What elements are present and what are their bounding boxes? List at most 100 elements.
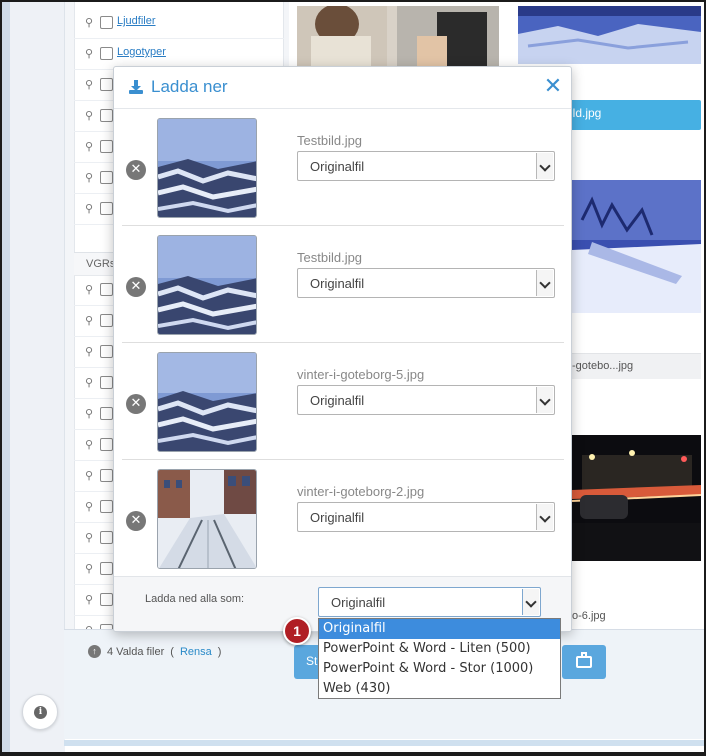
briefcase-icon — [576, 656, 592, 668]
gallery-tile-filename: ild.jpg — [570, 106, 602, 120]
left-gutter — [10, 2, 65, 752]
gallery-tile-caption: o-6.jpg — [572, 610, 606, 622]
download-icon — [128, 79, 144, 95]
selected-count: 4 Valda filer — [107, 645, 165, 658]
tree-checkbox[interactable] — [100, 283, 113, 296]
location-pin-icon: ⚲ — [85, 171, 94, 184]
gallery-thumbnail-snow-boat[interactable] — [572, 180, 701, 313]
location-pin-icon: ⚲ — [85, 314, 94, 327]
clear-paren-open: ( — [170, 645, 174, 658]
dropdown-option[interactable]: Web (430) — [319, 679, 560, 699]
file-thumbnail — [157, 469, 257, 569]
gallery-tile-label[interactable]: ild.jpg — [564, 100, 701, 130]
tree-checkbox[interactable] — [100, 140, 113, 153]
remove-icon[interactable]: ✕ — [126, 511, 146, 531]
chevron-down-icon[interactable] — [536, 504, 553, 530]
location-pin-icon: ⚲ — [85, 500, 94, 513]
tree-checkbox[interactable] — [100, 78, 113, 91]
chevron-down-icon[interactable] — [536, 270, 553, 296]
download-all-label: Ladda ned alla som: — [145, 593, 245, 605]
tree-checkbox[interactable] — [100, 562, 113, 575]
format-select[interactable]: Originalfil — [297, 502, 555, 532]
download-all-format-select[interactable]: Originalfil — [318, 587, 541, 617]
download-dialog: Ladda ner ✕ ✕ Testbild.jpg Originalfil ✕ — [113, 66, 572, 632]
tree-checkbox[interactable] — [100, 376, 113, 389]
tree-checkbox[interactable] — [100, 407, 113, 420]
tree-checkbox[interactable] — [100, 531, 113, 544]
file-thumbnail — [157, 235, 257, 335]
briefcase-button[interactable] — [562, 645, 606, 679]
tree-checkbox[interactable] — [100, 469, 113, 482]
format-dropdown-list: Originalfil PowerPoint & Word - Liten (5… — [318, 618, 561, 699]
gallery-thumbnail-night-street[interactable] — [572, 435, 701, 561]
format-select-value: Originalfil — [310, 393, 365, 408]
chevron-down-icon[interactable] — [536, 387, 553, 413]
tree-item-label[interactable]: Ljudfiler — [117, 15, 156, 27]
file-name: vinter-i-goteborg-5.jpg — [297, 367, 425, 382]
format-select-value: Originalfil — [310, 276, 365, 291]
clear-paren-close: ) — [217, 645, 222, 658]
file-row: ✕ vinter-i-goteborg-5.jpg Originalfil — [122, 343, 564, 460]
remove-icon[interactable]: ✕ — [126, 277, 146, 297]
file-row: ✕ vinter-i-goteborg-2.jpg Originalfil — [122, 460, 564, 577]
tree-group-label: VGRs — [86, 258, 116, 270]
tree-checkbox[interactable] — [100, 171, 113, 184]
step-callout-badge: 1 — [283, 617, 311, 645]
dialog-header: Ladda ner ✕ — [114, 67, 571, 109]
file-name: Testbild.jpg — [297, 250, 363, 265]
info-icon: i — [34, 706, 47, 719]
tree-row-ljudfiler[interactable]: ⚲ Ljudfiler — [74, 8, 284, 39]
location-pin-icon: ⚲ — [85, 469, 94, 482]
chevron-down-icon[interactable] — [536, 153, 553, 179]
start-button-label: St — [306, 654, 318, 668]
dialog-title: Ladda ner — [128, 77, 228, 97]
tree-checkbox[interactable] — [100, 438, 113, 451]
format-select[interactable]: Originalfil — [297, 385, 555, 415]
location-pin-icon: ⚲ — [85, 407, 94, 420]
tree-checkbox[interactable] — [100, 16, 113, 29]
location-pin-icon: ⚲ — [85, 438, 94, 451]
location-pin-icon: ⚲ — [85, 109, 94, 122]
tree-checkbox[interactable] — [100, 202, 113, 215]
dropdown-option[interactable]: PowerPoint & Word - Stor (1000) — [319, 659, 560, 679]
file-thumbnail — [157, 352, 257, 452]
dropdown-option[interactable]: Originalfil — [319, 619, 560, 639]
file-name: Testbild.jpg — [297, 133, 363, 148]
dialog-title-text: Ladda ner — [151, 77, 228, 96]
location-pin-icon: ⚲ — [85, 47, 94, 60]
format-select-value: Originalfil — [310, 510, 365, 525]
format-select[interactable]: Originalfil — [297, 151, 555, 181]
tree-checkbox[interactable] — [100, 109, 113, 122]
tree-checkbox[interactable] — [100, 47, 113, 60]
clear-selection-link[interactable]: Rensa — [180, 646, 212, 658]
tree-checkbox[interactable] — [100, 500, 113, 513]
file-row: ✕ Testbild.jpg Originalfil — [122, 226, 564, 343]
location-pin-icon: ⚲ — [85, 16, 94, 29]
location-pin-icon: ⚲ — [85, 376, 94, 389]
format-select-value: Originalfil — [310, 159, 365, 174]
close-icon[interactable]: ✕ — [543, 76, 563, 98]
tree-checkbox[interactable] — [100, 593, 113, 606]
tree-item-label[interactable]: Logotyper — [117, 46, 166, 58]
dropdown-option[interactable]: PowerPoint & Word - Liten (500) — [319, 639, 560, 659]
file-name: vinter-i-goteborg-2.jpg — [297, 484, 425, 499]
location-pin-icon: ⚲ — [85, 345, 94, 358]
gallery-tile-caption-bar: -gotebo...jpg — [564, 353, 701, 379]
gallery-tile-caption: -gotebo...jpg — [572, 360, 634, 372]
location-pin-icon: ⚲ — [85, 140, 94, 153]
location-pin-icon: ⚲ — [85, 283, 94, 296]
location-pin-icon: ⚲ — [85, 593, 94, 606]
info-button[interactable]: i — [22, 694, 58, 730]
chevron-down-icon[interactable] — [522, 589, 539, 615]
tree-checkbox[interactable] — [100, 314, 113, 327]
gallery-thumbnail-snow-city[interactable] — [518, 6, 701, 64]
left-edge-strip — [2, 2, 10, 752]
location-pin-icon: ⚲ — [85, 562, 94, 575]
file-thumbnail — [157, 118, 257, 218]
format-select[interactable]: Originalfil — [297, 268, 555, 298]
tree-checkbox[interactable] — [100, 345, 113, 358]
remove-icon[interactable]: ✕ — [126, 160, 146, 180]
gallery-thumbnail-person[interactable] — [297, 6, 499, 68]
location-pin-icon: ⚲ — [85, 202, 94, 215]
remove-icon[interactable]: ✕ — [126, 394, 146, 414]
